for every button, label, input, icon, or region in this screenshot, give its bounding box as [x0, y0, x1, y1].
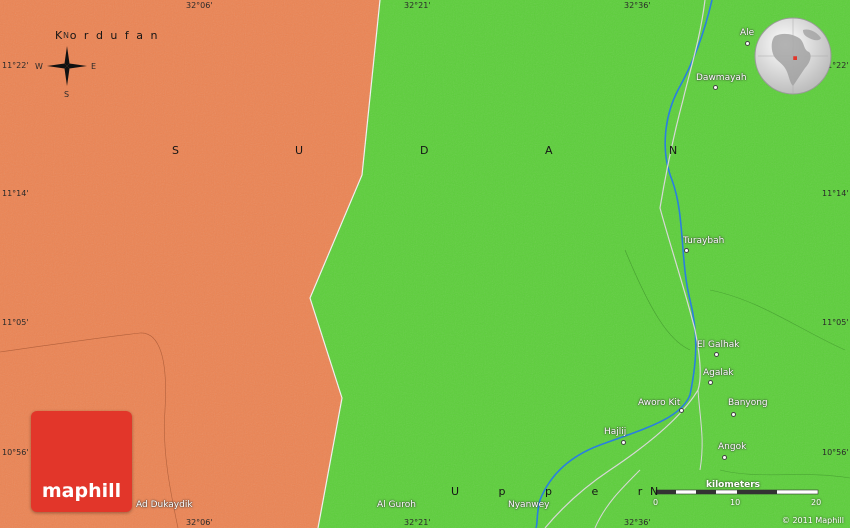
scale-tick-0: 0	[653, 498, 659, 507]
coord-left-1: 11°22'	[2, 61, 29, 70]
place-marker	[745, 41, 750, 46]
region-label-upper-fragment: N	[650, 485, 659, 498]
coord-bottom-2: 32°21'	[404, 518, 431, 527]
scale-bar	[655, 489, 819, 495]
coord-bottom-1: 32°06'	[186, 518, 213, 527]
scale-tick-20: 20	[811, 498, 822, 507]
country-letter-1: S	[172, 144, 179, 157]
place-ad-dukaydik[interactable]: Ad Dukaydik	[136, 500, 193, 510]
place-marker	[708, 380, 713, 385]
place-marker	[684, 248, 689, 253]
place-angok[interactable]: Angok	[718, 442, 746, 452]
coord-left-2: 11°14'	[2, 189, 29, 198]
place-marker	[679, 408, 684, 413]
logo-text: maphill	[41, 480, 122, 502]
compass-w: W	[35, 62, 43, 71]
country-letter-2: U	[295, 144, 304, 157]
coord-right-2: 11°14'	[822, 189, 849, 198]
coord-left-3: 11°05'	[2, 318, 29, 327]
place-marker	[714, 352, 719, 357]
coord-right-4: 10°56'	[822, 448, 849, 457]
compass-e: E	[91, 62, 97, 71]
place-marker	[722, 455, 727, 460]
globe-locator-icon	[754, 17, 832, 95]
coord-top-3: 32°36'	[624, 1, 651, 10]
place-marker	[731, 412, 736, 417]
compass-s: S	[64, 90, 70, 99]
coord-right-3: 11°05'	[822, 318, 849, 327]
place-aworo-kit[interactable]: Aworo Kit	[638, 398, 680, 408]
maphill-logo[interactable]: maphill	[31, 411, 132, 512]
place-agalak[interactable]: Agalak	[703, 368, 734, 378]
coord-top-2: 32°21'	[404, 1, 431, 10]
country-letter-5: N	[669, 144, 678, 157]
coord-top-1: 32°06'	[186, 1, 213, 10]
scale-title: kilometers	[706, 480, 761, 490]
region-label-kordufan: K o r d u f a n	[55, 29, 160, 42]
place-banyong[interactable]: Banyong	[728, 398, 768, 408]
coord-bottom-3: 32°36'	[624, 518, 651, 527]
map[interactable]: N S E W K o r d u f a n S U D A N U p p …	[0, 0, 850, 528]
scale-tick-10: 10	[730, 498, 741, 507]
place-turaybah[interactable]: Turaybah	[683, 236, 724, 246]
copyright-text: © 2011 Maphill	[781, 516, 844, 525]
place-marker	[621, 440, 626, 445]
place-dawmayah[interactable]: Dawmayah	[696, 73, 747, 83]
place-el-galhak[interactable]: El Galhak	[697, 340, 739, 350]
coord-left-4: 10°56'	[2, 448, 29, 457]
country-letter-3: D	[420, 144, 429, 157]
place-al-guroh[interactable]: Al Guroh	[377, 500, 416, 510]
place-marker	[713, 85, 718, 90]
place-nyanwey[interactable]: Nyanwey	[508, 500, 550, 510]
region-label-upper: U p p e r	[451, 485, 661, 498]
place-hajlij[interactable]: Hajlij	[604, 427, 626, 437]
country-letter-4: A	[545, 144, 553, 157]
